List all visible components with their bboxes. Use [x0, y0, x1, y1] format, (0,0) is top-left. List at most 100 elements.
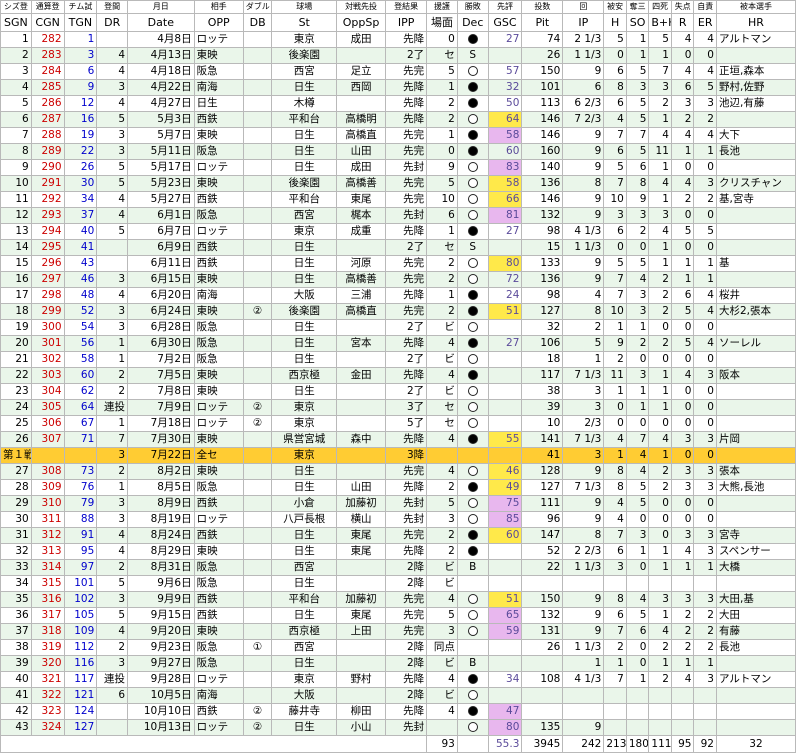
cell-r: 4 [670, 63, 695, 80]
cell-gsc [487, 239, 523, 256]
cell-hr [715, 719, 797, 736]
cell-pit: 146 [521, 127, 564, 144]
cell-opp: 阪急 [193, 479, 244, 496]
cell-r: 2 [670, 639, 695, 656]
cell-scene: 5 [426, 495, 458, 512]
cell-scene [426, 447, 458, 464]
header-en-gsc: GSC [487, 13, 523, 32]
cell-scene: 4 [426, 335, 458, 352]
cell-gsc [487, 543, 523, 560]
cell-dec [456, 127, 489, 144]
cell-pit: 141 [521, 431, 564, 448]
cell-opp: 阪急 [193, 559, 244, 576]
cell-dr [96, 255, 129, 272]
win-circle-icon [467, 610, 478, 620]
cell-db [242, 223, 273, 240]
cell-date: 6月28日 [127, 319, 195, 336]
cell-gsc [487, 655, 523, 672]
cell-bh: 0 [648, 351, 672, 368]
cell-bh: 2 [648, 479, 672, 496]
cell-tgn: 48 [63, 287, 98, 304]
cell-bh: 0 [648, 319, 672, 336]
header-jp-2: チム試 [63, 0, 98, 14]
cell-bh: 4 [648, 623, 672, 640]
cell-pit: 146 [521, 191, 564, 208]
cell-so [625, 719, 650, 736]
cell-scene: ビ [426, 351, 458, 368]
cell-opp: 東映 [193, 47, 244, 64]
cell-tgn: 46 [63, 271, 98, 288]
cell-opp: 西鉄 [193, 495, 244, 512]
cell-sgn: 38 [0, 639, 32, 656]
cell-hr: 桜井 [715, 287, 797, 304]
cell-dec: B [456, 655, 489, 672]
loss-circle-icon [467, 434, 478, 444]
cell-dr: 5 [96, 607, 129, 624]
cell-tgn: 79 [63, 495, 98, 512]
cell-h: 8 [603, 463, 627, 480]
cell-ipp: 先封 [385, 159, 428, 176]
cell-date: 5月23日 [127, 175, 195, 192]
cell-dr: 3 [96, 143, 129, 160]
cell-date: 6月15日 [127, 271, 195, 288]
cell-so: 4 [625, 271, 650, 288]
cell-h: 1 [603, 383, 627, 400]
cell-st: 平和台 [271, 111, 337, 128]
cell-so: 8 [625, 175, 650, 192]
cell-ipp: 先封 [385, 495, 428, 512]
cell-r: 6 [670, 79, 695, 96]
table-row: 9 290 26 5 5月17日 ロッテ 日生 成田 先封 9 83 140 9 5 6 1 0 0 [0, 159, 797, 176]
cell-ipp: 先完 [385, 271, 428, 288]
cell-cgn: 316 [30, 591, 65, 608]
cell-st: 日生 [271, 607, 337, 624]
cell-oppsp [335, 575, 387, 592]
cell-oppsp: 森中 [335, 431, 387, 448]
cell-pit: 108 [521, 671, 564, 688]
cell-bh: 0 [648, 415, 672, 432]
cell-so: 0 [625, 239, 650, 256]
cell-st: 日生 [271, 143, 337, 160]
cell-bh: 2 [648, 95, 672, 112]
cell-hr: 野村,佐野 [715, 79, 797, 96]
cell-r: 6 [670, 287, 695, 304]
cell-tgn: 6 [63, 63, 98, 80]
cell-hr: 大熊,長池 [715, 479, 797, 496]
cell-ip: 1 [562, 351, 605, 368]
header-jp-4: 月日 [127, 0, 195, 14]
cell-ip: 8 [562, 303, 605, 320]
win-circle-icon [467, 354, 478, 364]
cell-pit: 146 [521, 111, 564, 128]
table-row: 35 316 102 3 9月9日 西鉄 平和台 加藤初 先完 4 51 150 9 8 4 3 3 3 大田,基 [0, 591, 797, 608]
cell-st: 東京 [271, 31, 337, 48]
cell-dr: 3 [96, 447, 129, 464]
header-en-dec: Dec [456, 13, 489, 32]
cell-gsc [487, 415, 523, 432]
cell-dr: 3 [96, 271, 129, 288]
cell-bh: 3 [648, 79, 672, 96]
cell-scene: 2 [426, 527, 458, 544]
cell-so: 1 [625, 319, 650, 336]
cell-oppsp [335, 383, 387, 400]
cell-cgn: 282 [30, 31, 65, 48]
cell-dr: 1 [96, 335, 129, 352]
cell-er: 3 [693, 175, 717, 192]
cell-db [242, 495, 273, 512]
cell-oppsp [335, 447, 387, 464]
cell-opp: 東映 [193, 271, 244, 288]
cell-ip: 9 [562, 143, 605, 160]
cell-cgn: 309 [30, 479, 65, 496]
cell-dec [456, 303, 489, 320]
total-h: 213 [603, 735, 627, 753]
header-en-bh: B+H [648, 13, 672, 32]
cell-h: 0 [603, 399, 627, 416]
cell-er: 0 [693, 415, 717, 432]
cell-opp: 東映 [193, 383, 244, 400]
cell-bh: 2 [648, 639, 672, 656]
cell-scene: ビ [426, 687, 458, 704]
cell-ipp: 先降 [385, 335, 428, 352]
cell-h: 7 [603, 671, 627, 688]
cell-hr: 基,宮寺 [715, 191, 797, 208]
cell-dec [456, 111, 489, 128]
cell-oppsp [335, 415, 387, 432]
cell-opp: 東映 [193, 127, 244, 144]
